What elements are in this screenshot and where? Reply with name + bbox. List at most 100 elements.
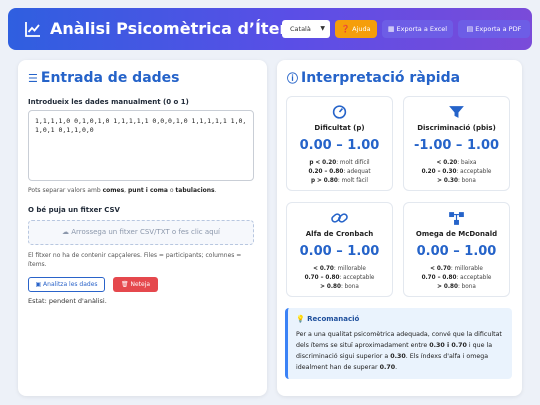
export-excel-label: Exporta a Excel bbox=[396, 25, 448, 33]
discrimination-range: -1.00 – 1.00 bbox=[413, 138, 500, 153]
network-icon bbox=[449, 212, 464, 225]
database-icon: ☰ bbox=[28, 72, 38, 85]
manual-data-textarea[interactable]: 1,1,1,1,0 0,1,0,1,0 1,1,1,1,1 0,0,0,1,0 … bbox=[28, 110, 254, 181]
cronbach-thresholds: < 0.70: millorable 0.70 – 0.80: acceptab… bbox=[287, 265, 392, 292]
excel-file-icon: ▦ bbox=[387, 25, 395, 33]
hint-commas: comes bbox=[102, 187, 125, 194]
threshold-text: : acceptable bbox=[456, 169, 492, 175]
clear-button[interactable]: 🗑 Neteja bbox=[113, 277, 158, 292]
cloud-upload-icon: ☁ bbox=[62, 228, 72, 236]
threshold-key: > 0.30 bbox=[437, 178, 458, 184]
difficulty-range: 0.00 – 1.00 bbox=[299, 138, 380, 153]
omega-card: Omega de McDonald 0.00 – 1.00 < 0.70: mi… bbox=[403, 202, 510, 297]
help-button[interactable]: ❓ Ajuda bbox=[335, 20, 377, 38]
analyze-label: Analitza les dades bbox=[43, 281, 98, 288]
threshold-line: < 0.70: millorable bbox=[404, 265, 509, 274]
link-icon bbox=[331, 213, 348, 223]
csv-dropzone[interactable]: ☁ Arrossega un fitxer CSV/TXT o fes clic… bbox=[28, 220, 254, 245]
threshold-key: p < 0.20 bbox=[309, 160, 337, 166]
line-chart-icon bbox=[25, 22, 40, 37]
threshold-line: p > 0.80: molt fàcil bbox=[287, 177, 392, 186]
pdf-file-icon: ▤ bbox=[466, 25, 474, 33]
threshold-text: : millorable bbox=[333, 266, 366, 272]
threshold-text: : baixa bbox=[457, 160, 477, 166]
threshold-text: : molt difícil bbox=[336, 160, 370, 166]
threshold-key: < 0.20 bbox=[436, 160, 458, 166]
threshold-key: < 0.70 bbox=[313, 266, 334, 272]
help-label: Ajuda bbox=[352, 25, 371, 33]
threshold-text: : molt fàcil bbox=[337, 178, 368, 184]
threshold-text: : acceptable bbox=[456, 275, 492, 281]
cronbach-title: Alfa de Cronbach bbox=[305, 230, 374, 238]
question-circle-icon: ❓ bbox=[341, 25, 351, 33]
export-pdf-button[interactable]: ▤ Exporta a PDF bbox=[458, 20, 530, 38]
data-input-title: ☰ Entrada de dades bbox=[28, 70, 180, 86]
gauge-icon bbox=[332, 105, 347, 119]
status-text: Estat: pendent d'anàlisi. bbox=[28, 297, 107, 305]
language-select[interactable]: Català ▼ bbox=[282, 20, 330, 38]
recommendation-title-text: Recomanació bbox=[307, 315, 360, 323]
difficulty-card: Dificultat (p) 0.00 – 1.00 p < 0.20: mol… bbox=[286, 96, 393, 191]
discrimination-thresholds: < 0.20: baixa 0.20 – 0.30: acceptable > … bbox=[404, 159, 509, 186]
calculator-icon: ▣ bbox=[35, 281, 44, 288]
threshold-key: 0.70 – 0.80 bbox=[421, 275, 457, 281]
reco-part: . bbox=[395, 364, 398, 371]
data-input-panel: ☰ Entrada de dades Introdueix les dades m… bbox=[18, 60, 267, 396]
hint-tabs: tabulacions bbox=[175, 187, 215, 194]
discrimination-title: Discriminació (pbis) bbox=[417, 124, 496, 132]
clear-label: Neteja bbox=[130, 281, 151, 288]
threshold-text: : acceptable bbox=[339, 275, 375, 281]
separator-hint: Pots separar valors amb comes, punt i co… bbox=[28, 187, 217, 194]
hint-semicolon: punt i coma bbox=[128, 187, 168, 194]
manual-input-label: Introdueix les dades manualment (0 o 1) bbox=[28, 98, 189, 106]
export-pdf-label: Exporta a PDF bbox=[475, 25, 522, 33]
threshold-key: > 0.80 bbox=[320, 284, 341, 290]
chevron-down-icon: ▼ bbox=[320, 25, 325, 32]
hint-prefix: Pots separar valors amb bbox=[28, 187, 103, 194]
threshold-key: 0.70 – 0.80 bbox=[304, 275, 340, 281]
info-circle-icon: ⓘ bbox=[287, 72, 298, 85]
threshold-line: > 0.30: bona bbox=[404, 177, 509, 186]
threshold-line: p < 0.20: molt difícil bbox=[287, 159, 392, 168]
reco-bold: 0.30 bbox=[390, 353, 406, 360]
threshold-text: : bona bbox=[340, 284, 359, 290]
app-title: Anàlisi Psicomètrica d’Ítems bbox=[50, 19, 306, 38]
reco-bold: 0.70 bbox=[379, 364, 396, 371]
csv-dropzone-text: Arrossega un fitxer CSV/TXT o fes clic a… bbox=[71, 228, 220, 236]
data-input-title-text: Entrada de dades bbox=[40, 70, 180, 86]
analyze-button[interactable]: ▣ Analitza les dades bbox=[28, 277, 105, 292]
filter-icon bbox=[449, 106, 464, 118]
recommendation-box: 💡 Recomanació Per a una qualitat psicomè… bbox=[285, 308, 512, 379]
cronbach-card: Alfa de Cronbach 0.00 – 1.00 < 0.70: mil… bbox=[286, 202, 393, 297]
reco-bold: 0.30 i 0.70 bbox=[429, 342, 467, 349]
threshold-line: 0.20 – 0.30: acceptable bbox=[404, 168, 509, 177]
discrimination-card: Discriminació (pbis) -1.00 – 1.00 < 0.20… bbox=[403, 96, 510, 191]
interpretation-panel: ⓘ Interpretació ràpida Dificultat (p) 0.0… bbox=[277, 60, 522, 396]
lightbulb-icon: 💡 bbox=[296, 315, 308, 323]
threshold-text: : bona bbox=[457, 284, 476, 290]
export-excel-button[interactable]: ▦ Exporta a Excel bbox=[382, 20, 453, 38]
interpretation-title-text: Interpretació ràpida bbox=[301, 70, 461, 86]
threshold-text: : adequat bbox=[343, 169, 371, 175]
threshold-line: 0.70 – 0.80: acceptable bbox=[287, 274, 392, 283]
threshold-line: > 0.80: bona bbox=[287, 283, 392, 292]
threshold-key: 0.20 – 0.30 bbox=[421, 169, 457, 175]
threshold-text: : millorable bbox=[450, 266, 483, 272]
threshold-line: 0.20 – 0.80: adequat bbox=[287, 168, 392, 177]
threshold-line: > 0.80: bona bbox=[404, 283, 509, 292]
threshold-key: > 0.80 bbox=[437, 284, 458, 290]
cronbach-range: 0.00 – 1.00 bbox=[299, 244, 380, 259]
csv-note: El fitxer no ha de contenir capçaleres. … bbox=[28, 252, 242, 268]
omega-title: Omega de McDonald bbox=[415, 230, 498, 238]
csv-upload-label: O bé puja un fitxer CSV bbox=[28, 206, 120, 214]
header-bar: Anàlisi Psicomètrica d’Ítems Català ▼ ❓ A… bbox=[8, 8, 532, 50]
threshold-text: : bona bbox=[457, 178, 476, 184]
threshold-key: p > 0.80 bbox=[311, 178, 338, 184]
threshold-line: < 0.70: millorable bbox=[287, 265, 392, 274]
language-selected-value: Català bbox=[290, 25, 311, 33]
recommendation-title: 💡 Recomanació bbox=[296, 315, 359, 323]
hint-suffix: . bbox=[214, 187, 217, 194]
interpretation-title: ⓘ Interpretació ràpida bbox=[287, 70, 460, 86]
threshold-line: 0.70 – 0.80: acceptable bbox=[404, 274, 509, 283]
threshold-key: 0.20 – 0.80 bbox=[308, 169, 344, 175]
